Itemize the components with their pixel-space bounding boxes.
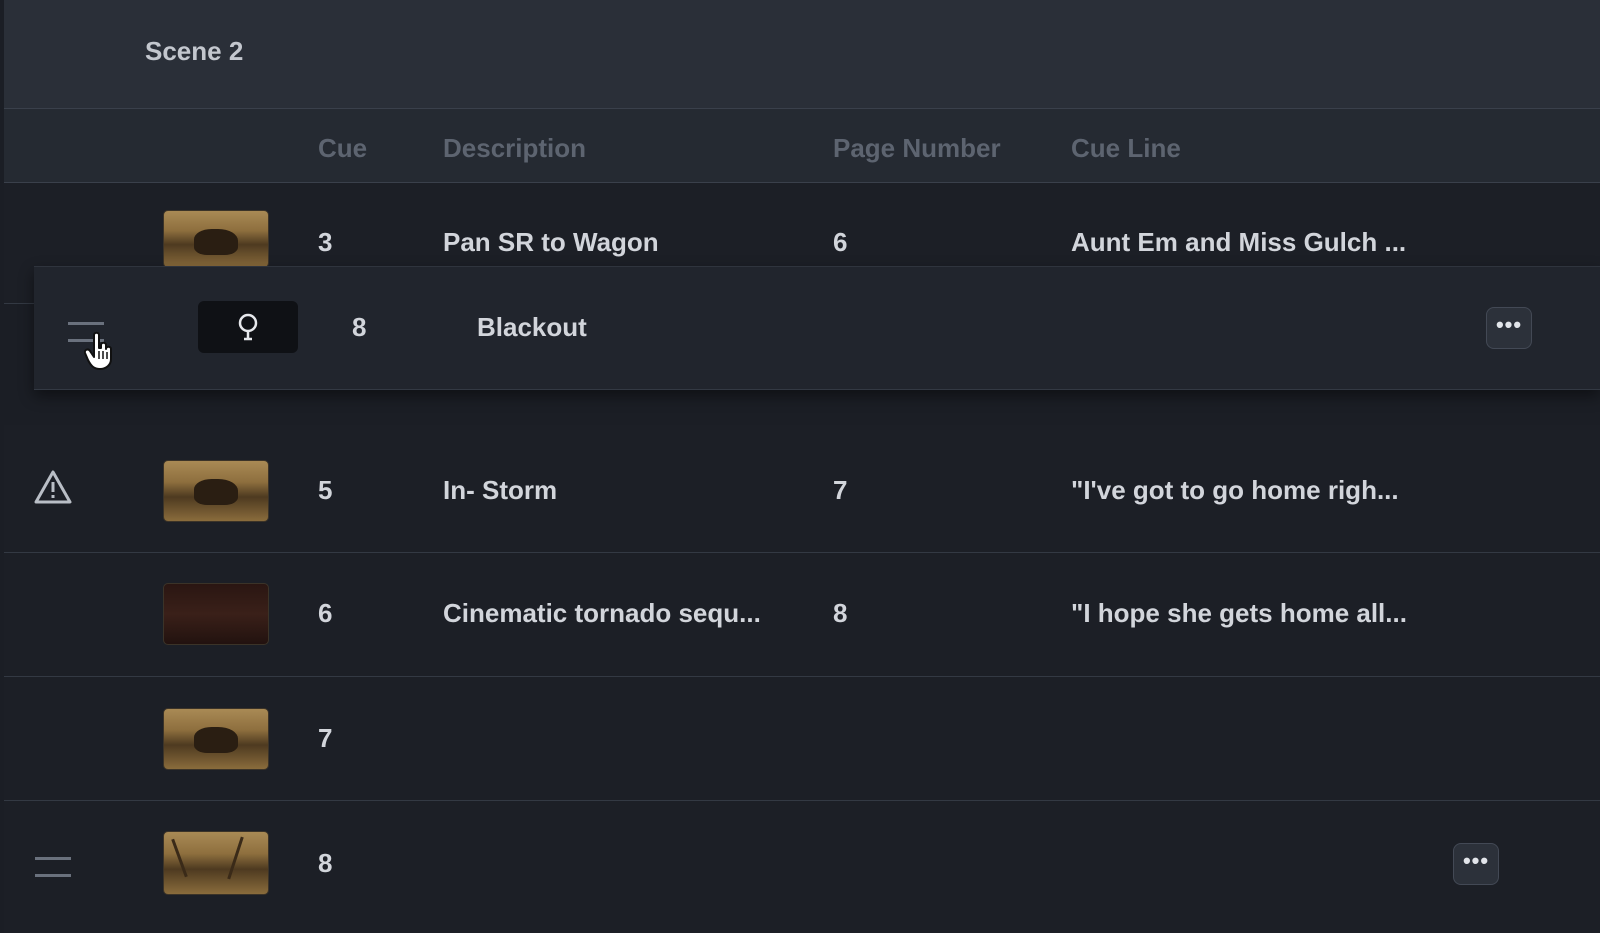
cue-thumbnail xyxy=(163,210,269,268)
lightbulb-thumbnail xyxy=(198,301,298,353)
cue-line: "I hope she gets home all... xyxy=(1071,598,1407,628)
more-options-button[interactable]: ••• xyxy=(1486,307,1532,349)
cue-number: 8 xyxy=(352,312,367,342)
cue-number: 7 xyxy=(318,723,333,753)
cue-number: 8 xyxy=(318,848,333,878)
scene-header: Scene 2 xyxy=(4,0,1600,109)
cue-page: 6 xyxy=(833,227,848,257)
lightbulb-icon xyxy=(236,313,260,348)
table-row[interactable]: 8 ••• xyxy=(4,801,1600,933)
dragging-row[interactable]: 8 Blackout ••• xyxy=(34,266,1600,390)
cursor-hand-icon xyxy=(83,331,116,376)
more-options-button[interactable]: ••• xyxy=(1453,843,1499,885)
column-header: Cue Description Page Number Cue Line xyxy=(4,109,1600,183)
cue-thumbnail xyxy=(163,831,269,895)
cue-thumbnail xyxy=(163,460,269,522)
cue-number: 6 xyxy=(318,598,333,628)
drag-handle-icon[interactable] xyxy=(35,857,71,877)
table-row[interactable]: 6 Cinematic tornado sequ... 8 "I hope sh… xyxy=(4,553,1600,677)
cue-thumbnail xyxy=(163,708,269,770)
cue-number: 5 xyxy=(318,475,333,505)
table-row[interactable]: 7 xyxy=(4,677,1600,801)
cue-description: In- Storm xyxy=(443,475,558,505)
cue-page: 8 xyxy=(833,598,848,628)
table-row[interactable]: 5 In- Storm 7 "I've got to go home righ.… xyxy=(4,425,1600,553)
column-cue[interactable]: Cue xyxy=(318,133,367,164)
cue-thumbnail xyxy=(163,583,269,645)
scene-title: Scene 2 xyxy=(145,36,244,66)
warning-icon[interactable] xyxy=(34,469,72,510)
cue-line: "I've got to go home righ... xyxy=(1071,475,1399,505)
cue-description: Blackout xyxy=(477,312,587,342)
cue-number: 3 xyxy=(318,227,333,257)
cue-description: Pan SR to Wagon xyxy=(443,227,659,257)
cue-description: Cinematic tornado sequ... xyxy=(443,598,761,628)
cue-page: 7 xyxy=(833,475,848,505)
cue-line: Aunt Em and Miss Gulch ... xyxy=(1071,227,1407,257)
column-page-number[interactable]: Page Number xyxy=(833,133,1001,164)
column-description[interactable]: Description xyxy=(443,133,586,164)
column-cue-line[interactable]: Cue Line xyxy=(1071,133,1181,164)
